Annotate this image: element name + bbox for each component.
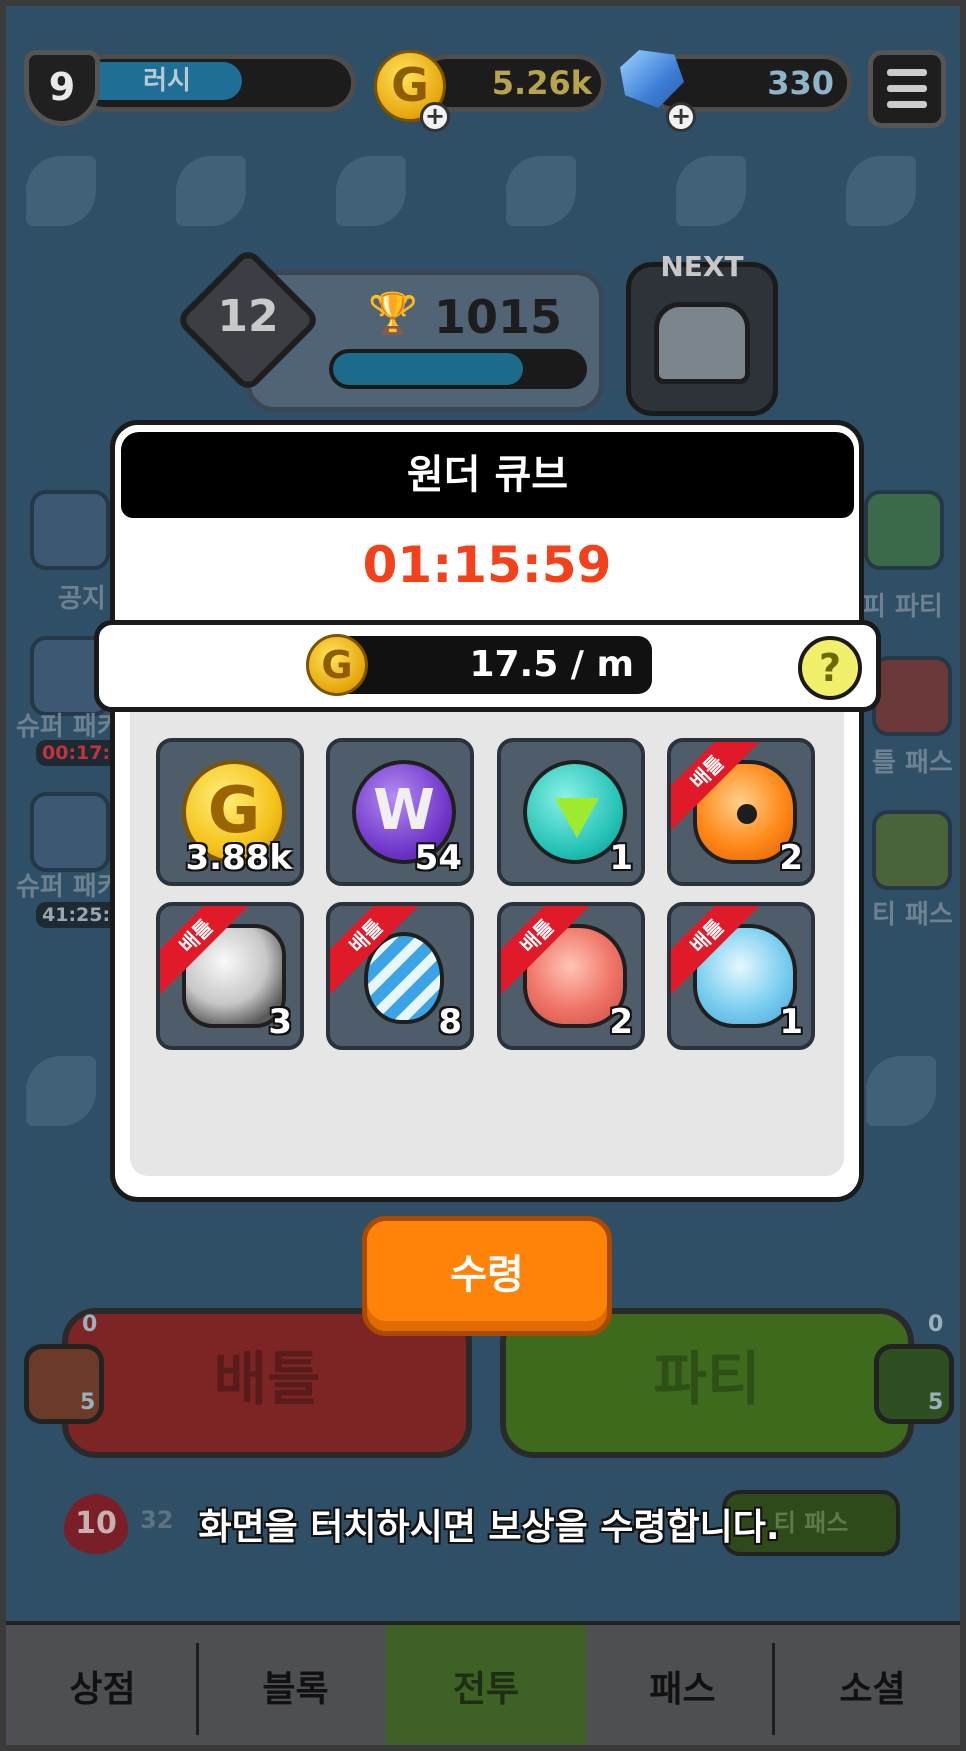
trophy-progress-bar bbox=[329, 349, 587, 389]
reward-quantity: 3 bbox=[268, 1002, 292, 1042]
gold-rate: 17.5 / m bbox=[330, 636, 652, 694]
reward-slot-w-coin: W 54 bbox=[326, 738, 474, 886]
reward-slot-pink-jelly: 배틀 2 bbox=[497, 902, 645, 1050]
battle-ticket-count: 0 bbox=[82, 1312, 98, 1337]
side-label-super-package: 슈퍼 패키 bbox=[16, 712, 121, 742]
next-chest-label: NEXT bbox=[660, 250, 744, 283]
cube-timer: 01:15:59 bbox=[362, 536, 612, 594]
reward-quantity: 2 bbox=[779, 838, 803, 878]
reward-slot-gold: G 3.88k bbox=[156, 738, 304, 886]
claim-button[interactable]: 수령 bbox=[362, 1216, 612, 1336]
reward-slot-teal-token: 1 bbox=[497, 738, 645, 886]
background-wing-pattern bbox=[866, 1056, 936, 1126]
reward-quantity: 3.88k bbox=[185, 838, 293, 878]
reward-quantity: 1 bbox=[779, 1002, 803, 1042]
player-name: 러시 bbox=[92, 62, 242, 100]
background-wing-pattern bbox=[26, 1056, 96, 1126]
tab-social[interactable]: 소셜 bbox=[776, 1625, 960, 1745]
tab-blocks[interactable]: 블록 bbox=[199, 1625, 392, 1745]
reward-slot-bomb: 배틀 3 bbox=[156, 902, 304, 1050]
help-button[interactable]: ? bbox=[798, 636, 862, 700]
reward-slot-crystal-jelly: 배틀 1 bbox=[667, 902, 815, 1050]
background-wing-pattern bbox=[26, 156, 96, 226]
background-wing-pattern bbox=[336, 156, 406, 226]
trophy-progress-fill bbox=[333, 353, 523, 385]
game-screen: 러시 9 G 5.26k + 330 + 🏆 1015 12 NEXT 공지 슈… bbox=[0, 0, 966, 1751]
tab-shop[interactable]: 상점 bbox=[6, 1625, 199, 1745]
reward-slot-orange-jelly: 배틀 2 bbox=[667, 738, 815, 886]
battle-pass-icon[interactable] bbox=[872, 656, 952, 736]
side-label-battle-pass: 틀 패스 bbox=[872, 748, 953, 778]
side-label-party-pass: 티 패스 bbox=[872, 900, 953, 930]
gem-amount: 330 bbox=[767, 64, 834, 102]
reward-quantity: 1 bbox=[609, 838, 633, 878]
trophy-icon: 🏆 bbox=[368, 291, 418, 337]
side-label-notice: 공지 bbox=[58, 584, 106, 614]
add-gems-button[interactable]: + bbox=[666, 102, 696, 132]
gold-amount: 5.26k bbox=[491, 64, 592, 102]
party-ticket-count: 0 bbox=[928, 1312, 944, 1337]
reward-quantity: 8 bbox=[438, 1002, 462, 1042]
party-video-count: 5 bbox=[928, 1390, 944, 1415]
rank-number: 12 bbox=[217, 291, 279, 342]
nav-divider bbox=[772, 1643, 775, 1735]
reward-slot-candy: 배틀 8 bbox=[326, 902, 474, 1050]
battle-video-count: 5 bbox=[80, 1390, 96, 1415]
menu-icon-line bbox=[887, 101, 927, 108]
tab-pass[interactable]: 패스 bbox=[586, 1625, 779, 1745]
background-wing-pattern bbox=[176, 156, 246, 226]
notice-icon[interactable] bbox=[30, 490, 110, 570]
tap-to-claim-hint: 화면을 터치하시면 보상을 수령합니다. bbox=[198, 1507, 780, 1548]
super-package-icon-2[interactable] bbox=[30, 792, 110, 872]
background-wing-pattern bbox=[676, 156, 746, 226]
side-label-trophy-party: 피 파티 bbox=[862, 592, 943, 622]
player-level-badge: 9 bbox=[24, 50, 100, 126]
treasure-chest-icon bbox=[654, 302, 750, 384]
trophy-count: 1015 bbox=[434, 290, 563, 344]
menu-icon-line bbox=[887, 85, 927, 92]
menu-button[interactable] bbox=[868, 50, 946, 128]
tab-battle[interactable]: 전투 bbox=[386, 1625, 586, 1745]
modal-title: 원더 큐브 bbox=[121, 432, 854, 518]
add-gold-button[interactable]: + bbox=[420, 102, 450, 132]
background-wing-pattern bbox=[506, 156, 576, 226]
party-pass-icon[interactable] bbox=[872, 810, 952, 890]
reward-quantity: 2 bbox=[609, 1002, 633, 1042]
trophy-party-icon[interactable] bbox=[864, 490, 944, 570]
menu-icon-line bbox=[887, 69, 927, 76]
bottom-nav: 상점 블록 전투 패스 소셜 bbox=[6, 1621, 960, 1745]
reward-quantity: 54 bbox=[414, 838, 462, 878]
side-label-super-package-2: 슈퍼 패키 bbox=[16, 872, 121, 902]
gold-rate-coin-icon: G bbox=[306, 634, 368, 696]
background-wing-pattern bbox=[846, 156, 916, 226]
